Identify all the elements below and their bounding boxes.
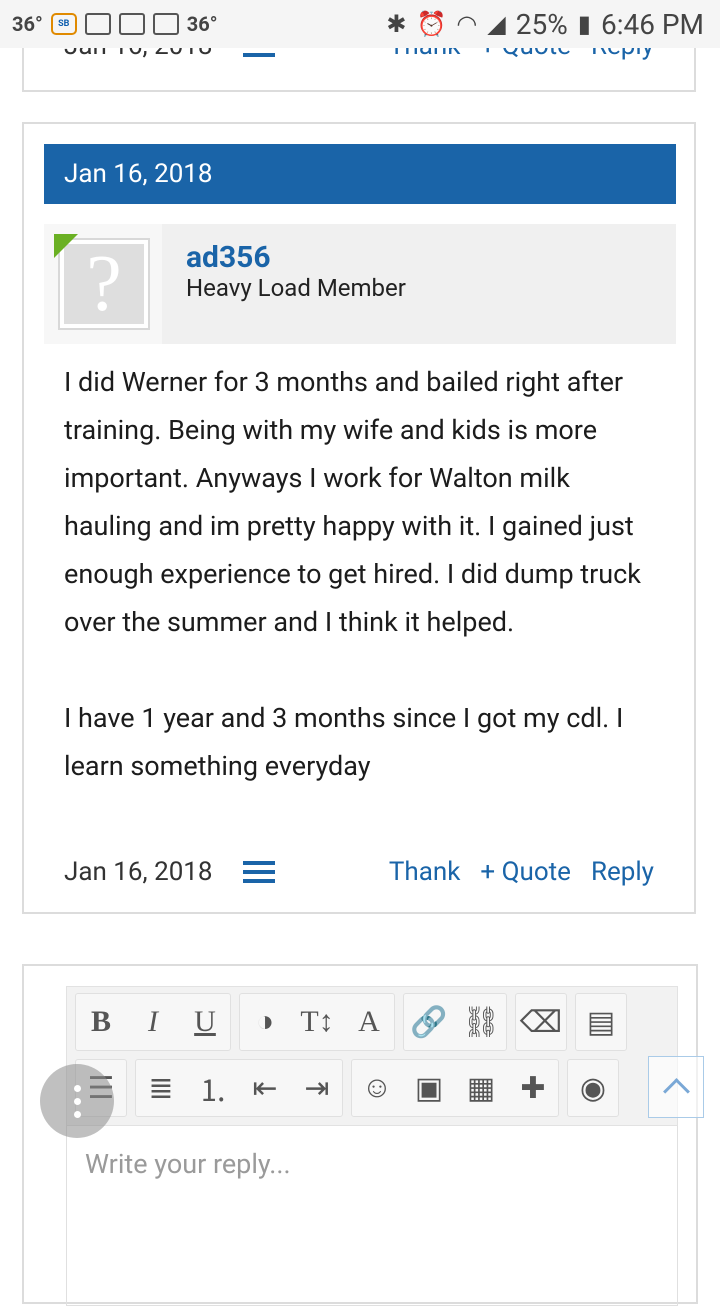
style-group: ◑ T↕ A xyxy=(239,993,395,1051)
battery-icon: ▮ xyxy=(577,10,591,38)
floating-menu-button[interactable] xyxy=(40,1064,114,1138)
bullet-list-icon[interactable]: ≣ xyxy=(144,1068,178,1108)
font-size-icon[interactable]: T↕ xyxy=(300,1002,334,1042)
indent-icon[interactable]: ⇥ xyxy=(300,1068,334,1108)
insert-group: ☺ ▣ ▦ ✚ xyxy=(351,1059,559,1117)
post-body: I did Werner for 3 months and bailed rig… xyxy=(64,358,664,790)
forum-post: Jan 16, 2018 ? ad356 Heavy Load Member I… xyxy=(22,122,696,914)
avatar[interactable]: ? xyxy=(44,224,162,344)
toolbar-row: B I U ◑ T↕ A 🔗 ⛓ ⌫ ▤ xyxy=(75,993,627,1051)
bluetooth-icon: ✱ xyxy=(386,10,407,38)
list-group: ≣ ⒈ ⇤ ⇥ xyxy=(135,1059,343,1117)
clock: 6:46 PM xyxy=(600,7,704,41)
plus-icon[interactable]: ✚ xyxy=(516,1068,550,1108)
post-date: Jan 16, 2018 xyxy=(64,857,213,887)
alarm-icon: ⏰ xyxy=(416,10,447,38)
video-icon[interactable]: ▦ xyxy=(464,1068,498,1108)
status-left: 36° SB 36° xyxy=(0,12,218,36)
numbered-list-icon[interactable]: ⒈ xyxy=(196,1068,230,1108)
battery-percent: 25% xyxy=(515,7,568,41)
link-group: 🔗 ⛓ xyxy=(403,993,507,1051)
post-paragraph: I have 1 year and 3 months since I got m… xyxy=(64,702,624,782)
camera-group: ◉ xyxy=(567,1059,619,1117)
status-right: ✱ ⏰ ◠ ◢ 25% ▮ 6:46 PM xyxy=(386,8,720,41)
dot-icon xyxy=(73,1110,81,1118)
document-icon[interactable]: ▤ xyxy=(584,1002,618,1042)
editor-toolbar: B I U ◑ T↕ A 🔗 ⛓ ⌫ ▤ ☰ xyxy=(66,986,678,1126)
font-icon[interactable]: A xyxy=(352,1002,386,1042)
post-footer: Jan 16, 2018 Thank + Quote Reply xyxy=(64,852,654,892)
source-group: ▤ xyxy=(575,993,627,1051)
weather-temp: 36° xyxy=(12,12,43,36)
link-icon[interactable]: 🔗 xyxy=(410,1002,447,1042)
eraser-icon[interactable]: ⌫ xyxy=(520,1002,562,1042)
color-icon[interactable]: ◑ xyxy=(248,1002,282,1042)
unlink-icon[interactable]: ⛓ xyxy=(462,1002,500,1042)
format-group: B I U xyxy=(75,993,231,1051)
italic-button[interactable]: I xyxy=(136,1002,170,1042)
mail-icon xyxy=(152,13,179,35)
online-indicator xyxy=(54,234,78,258)
post-paragraph: I did Werner for 3 months and bailed rig… xyxy=(64,366,641,638)
reply-placeholder: Write your reply... xyxy=(85,1148,291,1180)
dot-icon xyxy=(73,1097,81,1105)
scroll-to-top-button[interactable] xyxy=(648,1056,704,1118)
gallery-icon xyxy=(84,13,111,35)
author-bar: ? ad356 Heavy Load Member xyxy=(44,224,676,344)
toolbar-row: ☰ ≣ ⒈ ⇤ ⇥ ☺ ▣ ▦ ✚ ◉ xyxy=(75,1059,619,1117)
outdent-icon[interactable]: ⇤ xyxy=(248,1068,282,1108)
chevron-up-icon xyxy=(662,1077,690,1105)
user-title: Heavy Load Member xyxy=(186,274,406,302)
dot-icon xyxy=(73,1084,81,1092)
wifi-icon: ◠ xyxy=(456,10,478,38)
bold-button[interactable]: B xyxy=(84,1002,118,1042)
weather-temp-2: 36° xyxy=(186,12,218,36)
reply-input[interactable]: Write your reply... xyxy=(66,1126,678,1306)
eraser-group: ⌫ xyxy=(515,993,567,1051)
underline-button[interactable]: U xyxy=(188,1002,222,1042)
smiley-icon[interactable]: ☺ xyxy=(360,1068,394,1108)
thank-button[interactable]: Thank xyxy=(389,857,461,887)
status-bar: 36° SB 36° ✱ ⏰ ◠ ◢ 25% ▮ 6:46 PM xyxy=(0,0,720,48)
reply-button[interactable]: Reply xyxy=(591,857,654,887)
post-date-header: Jan 16, 2018 xyxy=(44,144,676,204)
menu-icon[interactable] xyxy=(242,861,275,883)
camera-icon[interactable]: ◉ xyxy=(576,1068,610,1108)
quote-button[interactable]: + Quote xyxy=(480,857,571,887)
image-icon[interactable]: ▣ xyxy=(412,1068,446,1108)
signal-icon: ◢ xyxy=(487,10,506,38)
app-badge-icon: SB xyxy=(50,13,77,35)
username[interactable]: ad356 xyxy=(186,240,271,275)
reply-editor: B I U ◑ T↕ A 🔗 ⛓ ⌫ ▤ ☰ xyxy=(22,964,698,1306)
post-actions: Thank + Quote Reply xyxy=(389,857,654,887)
gmail-icon xyxy=(118,13,145,35)
